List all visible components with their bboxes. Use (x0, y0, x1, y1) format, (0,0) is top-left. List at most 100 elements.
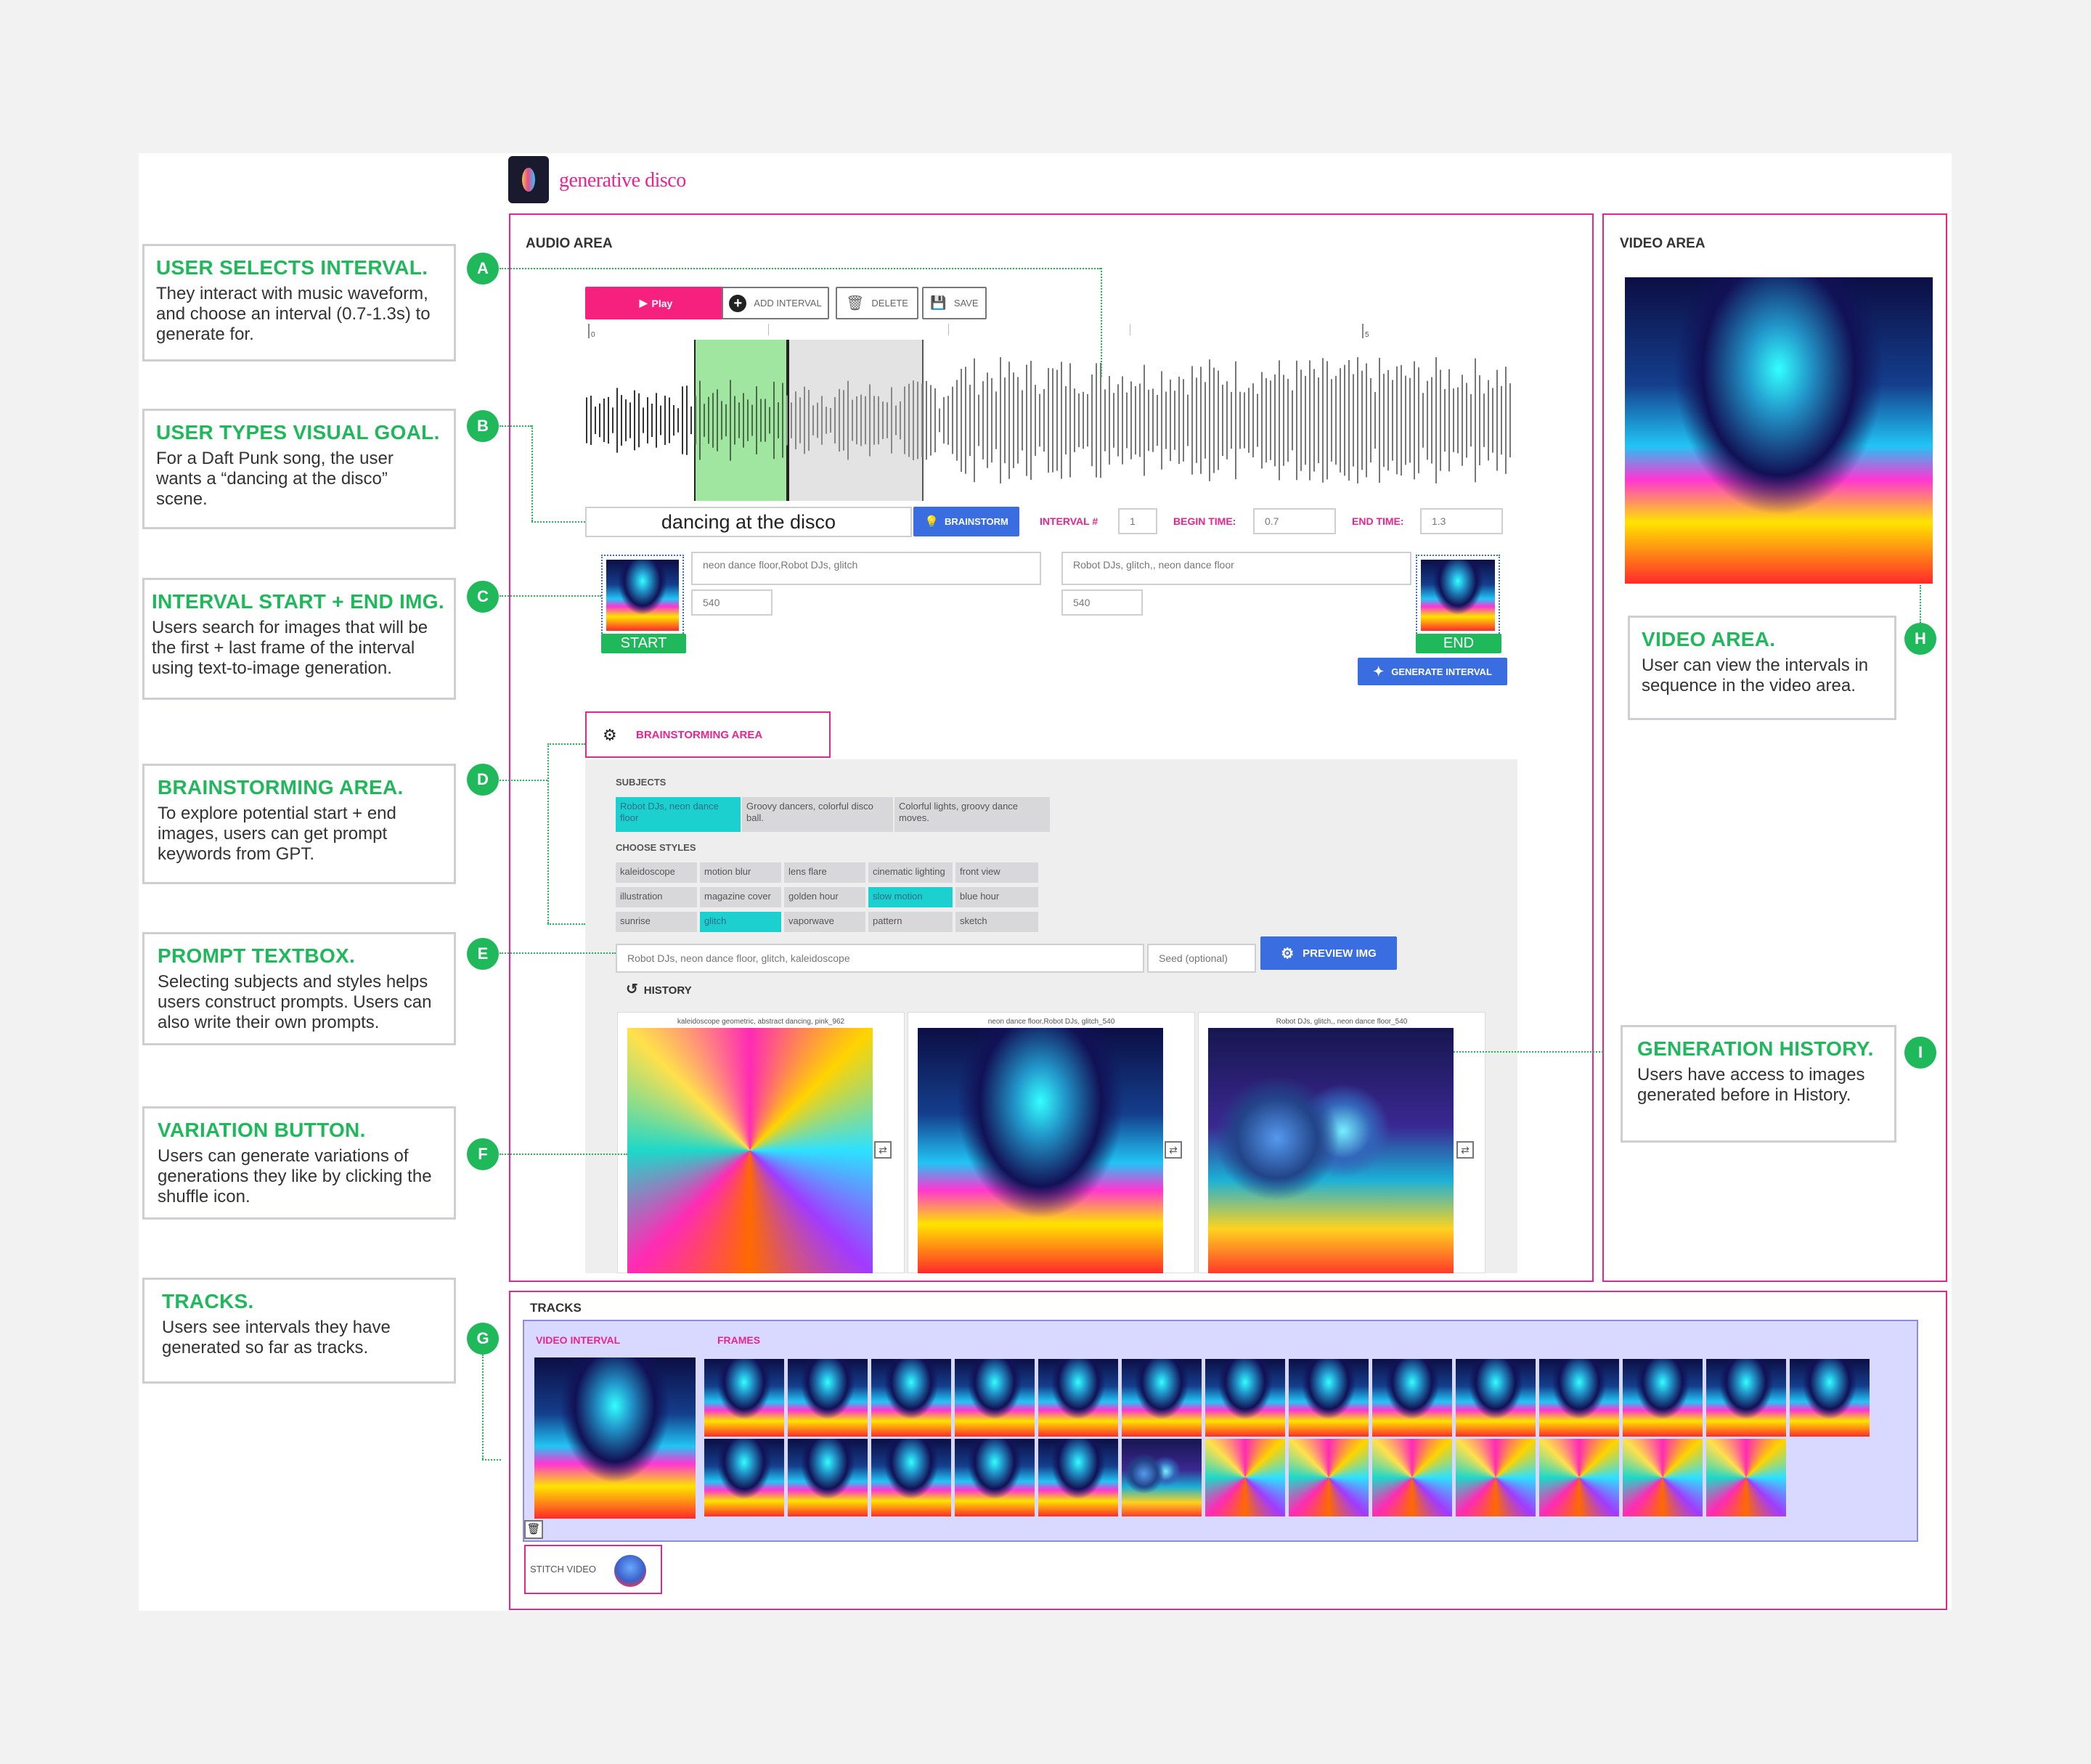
track-frame[interactable] (1205, 1359, 1285, 1437)
style-chip[interactable]: kaleidoscope (616, 862, 697, 883)
begin-time-label: BEGIN TIME: (1173, 515, 1236, 527)
annotation-badge-d: D (467, 764, 499, 796)
style-chip[interactable]: illustration (616, 887, 697, 907)
start-image-frame[interactable] (601, 555, 684, 636)
annotation-badge-h: H (1904, 623, 1936, 655)
track-frame[interactable] (1456, 1359, 1536, 1437)
connector-d (500, 780, 547, 781)
style-chip[interactable]: front view (955, 862, 1038, 883)
style-chip[interactable]: lens flare (784, 862, 865, 883)
track-frame[interactable] (788, 1439, 868, 1516)
prompt-textbox[interactable]: Robot DJs, neon dance floor, glitch, kal… (616, 944, 1144, 973)
style-chip[interactable]: golden hour (784, 887, 865, 907)
connector-c (500, 595, 601, 597)
style-chip[interactable]: slow motion (868, 887, 953, 907)
style-chip[interactable]: blue hour (955, 887, 1038, 907)
seed-input[interactable] (1147, 944, 1256, 973)
preview-img-button[interactable]: ⚙ PREVIEW IMG (1260, 936, 1397, 970)
track-frame[interactable] (871, 1439, 951, 1516)
waveform-bars (586, 356, 1511, 484)
connector-d-bottom (547, 923, 585, 925)
track-frame[interactable] (1122, 1359, 1202, 1437)
style-chip[interactable]: motion blur (700, 862, 781, 883)
track-frame[interactable] (1790, 1359, 1870, 1437)
history-caption: Robot DJs, glitch,, neon dance floor_540 (1276, 1018, 1408, 1026)
style-chip[interactable]: glitch (700, 912, 781, 932)
track-frame[interactable] (1623, 1359, 1703, 1437)
stitch-video-button[interactable]: STITCH VIDEO (524, 1545, 662, 1594)
brain-icon: ⚙ (603, 726, 617, 744)
track-frame[interactable] (1539, 1439, 1619, 1516)
style-chip[interactable]: cinematic lighting (868, 862, 953, 883)
delete-button[interactable]: 🗑 DELETE (836, 287, 918, 319)
plus-circle-icon: + (729, 294, 747, 312)
audio-area-title: AUDIO AREA (526, 236, 613, 251)
track-frame[interactable] (1038, 1439, 1118, 1516)
track-frame[interactable] (1623, 1439, 1703, 1516)
track-frame[interactable] (955, 1359, 1035, 1437)
end-time-input[interactable]: 1.3 (1420, 508, 1503, 534)
track-frame[interactable] (1706, 1439, 1786, 1516)
track-frame[interactable] (1038, 1359, 1118, 1437)
track-frame[interactable] (704, 1439, 784, 1516)
brainstorming-tab[interactable]: ⚙ BRAINSTORMING AREA (585, 711, 831, 758)
connector-a-vertical (1101, 268, 1102, 377)
save-button[interactable]: 💾 SAVE (922, 287, 987, 319)
interval-input[interactable]: 1 (1118, 508, 1157, 534)
style-chip[interactable]: vaporwave (784, 912, 865, 932)
track-frame[interactable] (955, 1439, 1035, 1516)
connector-b-end (531, 521, 585, 523)
history-image[interactable] (1208, 1028, 1454, 1273)
generate-interval-button[interactable]: ✦ GENERATE INTERVAL (1358, 658, 1507, 685)
connector-h (1920, 585, 1921, 623)
style-chip[interactable]: sketch (955, 912, 1038, 932)
magic-wand-icon: ✦ (1373, 663, 1385, 679)
begin-time-input[interactable]: 0.7 (1253, 508, 1336, 534)
history-image[interactable] (918, 1028, 1163, 1273)
play-button[interactable]: ▶ Play (585, 287, 727, 319)
end-image-frame[interactable] (1416, 555, 1500, 636)
shuffle-variation-icon[interactable]: ⇄ (1456, 1141, 1474, 1159)
track-frame[interactable] (1289, 1359, 1369, 1437)
track-frame[interactable] (704, 1359, 784, 1437)
annotation-badge-c: C (467, 581, 499, 613)
subject-chip[interactable]: Groovy dancers, colorful disco ball. (742, 797, 893, 832)
subject-chip[interactable]: Colorful lights, groovy dance moves. (894, 797, 1050, 832)
track-frame[interactable] (1706, 1359, 1786, 1437)
annotation-badge-f: F (467, 1138, 499, 1170)
history-image[interactable] (627, 1028, 873, 1273)
connector-e (500, 952, 616, 954)
delete-track-icon[interactable]: 🗑 (524, 1520, 543, 1539)
brainstorm-button[interactable]: 💡 BRAINSTORM (913, 507, 1019, 536)
end-seed-input[interactable]: 540 (1061, 589, 1143, 616)
start-seed-input[interactable]: 540 (691, 589, 773, 616)
video-player[interactable] (1625, 277, 1933, 584)
shuffle-variation-icon[interactable]: ⇄ (874, 1141, 892, 1159)
visual-goal-input[interactable]: dancing at the disco (585, 507, 912, 537)
end-prompt-input[interactable]: Robot DJs, glitch,, neon dance floor (1061, 552, 1411, 585)
tick-label-mid: 5 (1365, 331, 1369, 339)
style-chip[interactable]: magazine cover (700, 887, 781, 907)
annotation-badge-g: G (467, 1323, 499, 1355)
video-interval-thumbnail[interactable] (534, 1357, 696, 1519)
shuffle-variation-icon[interactable]: ⇄ (1165, 1141, 1182, 1159)
track-frame[interactable] (1205, 1439, 1285, 1516)
style-chip[interactable]: sunrise (616, 912, 697, 932)
waveform[interactable] (585, 340, 1515, 501)
connector-d-top (547, 743, 585, 745)
track-frame[interactable] (1122, 1439, 1202, 1516)
start-prompt-input[interactable]: neon dance floor,Robot DJs, glitch (691, 552, 1041, 585)
annotation-note-b: USER TYPES VISUAL GOAL. For a Daft Punk s… (142, 409, 456, 529)
track-frame[interactable] (1372, 1359, 1452, 1437)
style-chip[interactable]: pattern (868, 912, 953, 932)
track-frame[interactable] (871, 1359, 951, 1437)
add-interval-button[interactable]: + ADD INTERVAL (722, 287, 829, 319)
subject-chip[interactable]: Robot DJs, neon dance floor (616, 797, 741, 832)
styles-label: CHOOSE STYLES (616, 842, 696, 853)
track-frame[interactable] (1456, 1439, 1536, 1516)
track-frame[interactable] (1539, 1359, 1619, 1437)
track-frame[interactable] (788, 1359, 868, 1437)
track-frame[interactable] (1372, 1439, 1452, 1516)
track-frame[interactable] (1289, 1439, 1369, 1516)
start-image (606, 560, 679, 631)
